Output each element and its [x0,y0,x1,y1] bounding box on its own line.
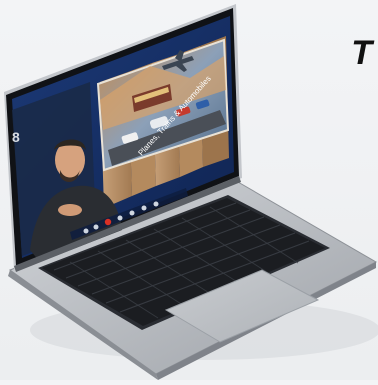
chat-icon[interactable] [129,210,135,216]
laptop-illustration: Planes, Trains & Automobiles 8 [4,4,378,380]
screen-side-text: 8 [12,129,20,145]
camera-icon[interactable] [93,224,99,230]
participants-icon[interactable] [141,205,147,211]
more-icon[interactable] [153,201,159,207]
corner-letter: T [351,34,372,72]
microphone-icon[interactable] [83,228,89,234]
end-call-icon[interactable] [104,218,112,226]
presenter-hands [58,204,82,216]
share-screen-icon[interactable] [117,215,123,221]
laptop-product-scene: Planes, Trains & Automobiles 8 T [0,0,378,380]
